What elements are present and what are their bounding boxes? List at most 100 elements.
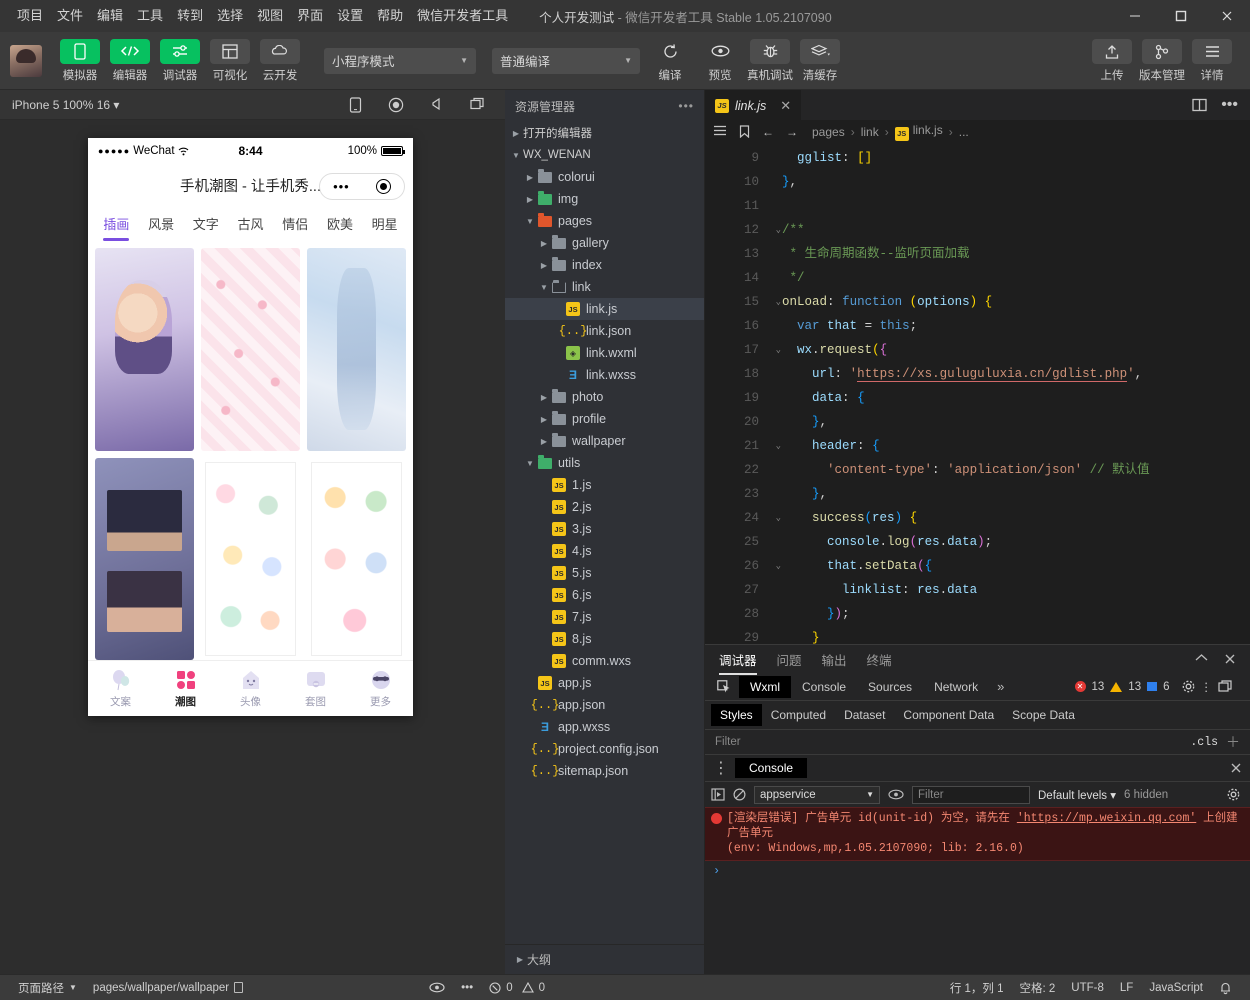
preview-eye-icon[interactable] (421, 982, 453, 993)
tree-item-utils[interactable]: ▼ utils (505, 452, 704, 474)
capsule-buttons[interactable]: ••• (319, 173, 405, 200)
tree-item-3.js[interactable]: ▶JS3.js (505, 518, 704, 540)
menu-item-微信开发者工具[interactable]: 微信开发者工具 (410, 0, 515, 32)
tabbar-item-套图[interactable]: 套图 (283, 669, 348, 709)
fold-chevron-icon[interactable]: ⌄ (776, 338, 781, 362)
toolbar-button-预览[interactable]: 预览 (696, 39, 744, 83)
menu-item-视图[interactable]: 视图 (250, 0, 290, 32)
fold-chevron-icon[interactable]: ⌄ (776, 290, 781, 314)
console-prompt[interactable]: › (705, 861, 1250, 881)
close-button[interactable] (1204, 0, 1250, 32)
mode-select[interactable]: 小程序模式 ▼ (324, 47, 476, 74)
tree-item-7.js[interactable]: ▶JS7.js (505, 606, 704, 628)
toolbar-button-编译[interactable]: 编译 (646, 39, 694, 83)
tree-section-WX_WENAN[interactable]: ▼ WX_WENAN (505, 144, 704, 166)
settings-icon[interactable] (1182, 680, 1195, 693)
tabbar-item-更多[interactable]: 更多 (348, 669, 413, 709)
breadcrumb-part-...[interactable]: ... (959, 125, 969, 139)
fold-chevron-icon[interactable]: ⌄ (776, 218, 781, 242)
chevron-right-icon[interactable]: ▶ (523, 195, 537, 204)
debug-tab-终端[interactable]: 终端 (867, 650, 892, 669)
menu-item-文件[interactable]: 文件 (50, 0, 90, 32)
chevron-right-icon[interactable]: ▶ (537, 239, 551, 248)
tree-item-profile[interactable]: ▶ profile (505, 408, 704, 430)
tree-item-link.json[interactable]: ▶{..}link.json (505, 320, 704, 342)
drawer-handle-icon[interactable]: ⋮ (713, 758, 735, 778)
gear-icon[interactable] (1227, 788, 1244, 801)
chevron-right-icon[interactable]: ▶ (523, 173, 537, 182)
menu-item-界面[interactable]: 界面 (290, 0, 330, 32)
copy-icon[interactable] (234, 982, 244, 993)
menu-item-工具[interactable]: 工具 (130, 0, 170, 32)
encoding[interactable]: UTF-8 (1063, 982, 1112, 994)
toolbar-button-详情[interactable]: 详情 (1188, 39, 1236, 83)
bell-icon[interactable] (1211, 981, 1240, 995)
chevron-right-icon[interactable]: ▶ (537, 393, 551, 402)
close-icon[interactable] (1230, 762, 1242, 774)
toolbar-button-上传[interactable]: 上传 (1088, 39, 1136, 83)
toolbar-button-版本管理[interactable]: 版本管理 (1138, 39, 1186, 83)
tree-item-app.wxss[interactable]: ▶Ǝapp.wxss (505, 716, 704, 738)
chevron-down-icon[interactable]: ▼ (537, 283, 551, 292)
menu-item-帮助[interactable]: 帮助 (370, 0, 410, 32)
toolbar-button-真机调试[interactable]: 真机调试 (746, 38, 794, 83)
tree-item-1.js[interactable]: ▶JS1.js (505, 474, 704, 496)
more-dots-icon[interactable]: ••• (333, 179, 350, 194)
chevron-right-icon[interactable]: ▶ (537, 261, 551, 270)
devtools-tab-sources[interactable]: Sources (857, 676, 923, 698)
tree-item-gallery[interactable]: ▶ gallery (505, 232, 704, 254)
fold-chevron-icon[interactable]: ⌄ (776, 434, 781, 458)
tree-item-2.js[interactable]: ▶JS2.js (505, 496, 704, 518)
chevron-right-icon[interactable]: ▶ (537, 415, 551, 424)
clear-console-icon[interactable] (733, 788, 746, 801)
tabbar-item-文案[interactable]: 文案 (88, 669, 153, 709)
console-error-link[interactable]: 'https://mp.weixin.qq.com' (1017, 812, 1196, 825)
menu-item-选择[interactable]: 选择 (210, 0, 250, 32)
editor-tab-link-js[interactable]: JS link.js ✕ (705, 90, 802, 120)
chevron-down-icon[interactable]: ▼ (509, 151, 523, 160)
eol[interactable]: LF (1112, 982, 1141, 994)
cursor-position[interactable]: 行 1，列 1 (942, 980, 1012, 996)
style-tab-computed[interactable]: Computed (762, 704, 835, 726)
execute-icon[interactable] (711, 788, 725, 801)
overflow-tabs-button[interactable]: » (989, 679, 1012, 694)
console-tab[interactable]: Console (735, 758, 808, 778)
more-actions-icon[interactable]: ••• (1221, 96, 1238, 114)
toolbar-button-模拟器[interactable]: 模拟器 (56, 38, 104, 83)
fold-chevron-icon[interactable]: ⌄ (776, 506, 781, 530)
user-avatar[interactable] (10, 44, 42, 77)
close-icon[interactable] (1224, 653, 1236, 665)
tree-item-project.config.json[interactable]: ▶{..}project.config.json (505, 738, 704, 760)
phone-rotate-icon[interactable] (349, 96, 362, 113)
split-editor-icon[interactable] (1192, 98, 1207, 112)
grid-item[interactable] (201, 248, 300, 451)
tree-item-app.js[interactable]: ▶JSapp.js (505, 672, 704, 694)
style-filter-input[interactable]: Filter (715, 736, 741, 748)
category-tab-文字[interactable]: 文字 (183, 214, 228, 233)
code-area[interactable]: 9 10 11 12 ⌄ 13 14 15 ⌄ 16 17 ⌄ 18 19 20 21 ⌄ 22 23 24 ⌄ 25 26… (705, 144, 1250, 644)
ellipsis-icon[interactable]: ••• (678, 99, 694, 113)
window-icon[interactable] (470, 97, 485, 113)
tabbar-item-头像[interactable]: 头像 (218, 669, 283, 709)
grid-item[interactable] (307, 457, 406, 660)
category-tab-欧美[interactable]: 欧美 (318, 214, 363, 233)
tree-item-colorui[interactable]: ▶ colorui (505, 166, 704, 188)
devtools-tab-console[interactable]: Console (791, 676, 857, 698)
style-tab-component-data[interactable]: Component Data (894, 704, 1003, 726)
ellipsis-icon[interactable]: ••• (453, 982, 481, 994)
tree-item-sitemap.json[interactable]: ▶{..}sitemap.json (505, 760, 704, 782)
cls-button[interactable]: .cls (1190, 736, 1218, 749)
page-path-select[interactable]: 页面路径 ▼ (10, 980, 85, 996)
tree-item-pages[interactable]: ▼ pages (505, 210, 704, 232)
tree-item-app.json[interactable]: ▶{..}app.json (505, 694, 704, 716)
device-select[interactable]: iPhone 5 100% 16 ▾ (12, 98, 119, 112)
volume-icon[interactable] (430, 97, 444, 113)
tabbar-item-潮图[interactable]: 潮图 (153, 669, 218, 709)
more-icon[interactable]: ⋮ (1201, 680, 1213, 694)
menu-item-设置[interactable]: 设置 (330, 0, 370, 32)
tree-item-photo[interactable]: ▶ photo (505, 386, 704, 408)
category-tab-明星[interactable]: 明星 (362, 214, 407, 233)
style-tab-styles[interactable]: Styles (711, 704, 762, 726)
close-icon[interactable]: ✕ (780, 98, 791, 114)
tree-item-5.js[interactable]: ▶JS5.js (505, 562, 704, 584)
